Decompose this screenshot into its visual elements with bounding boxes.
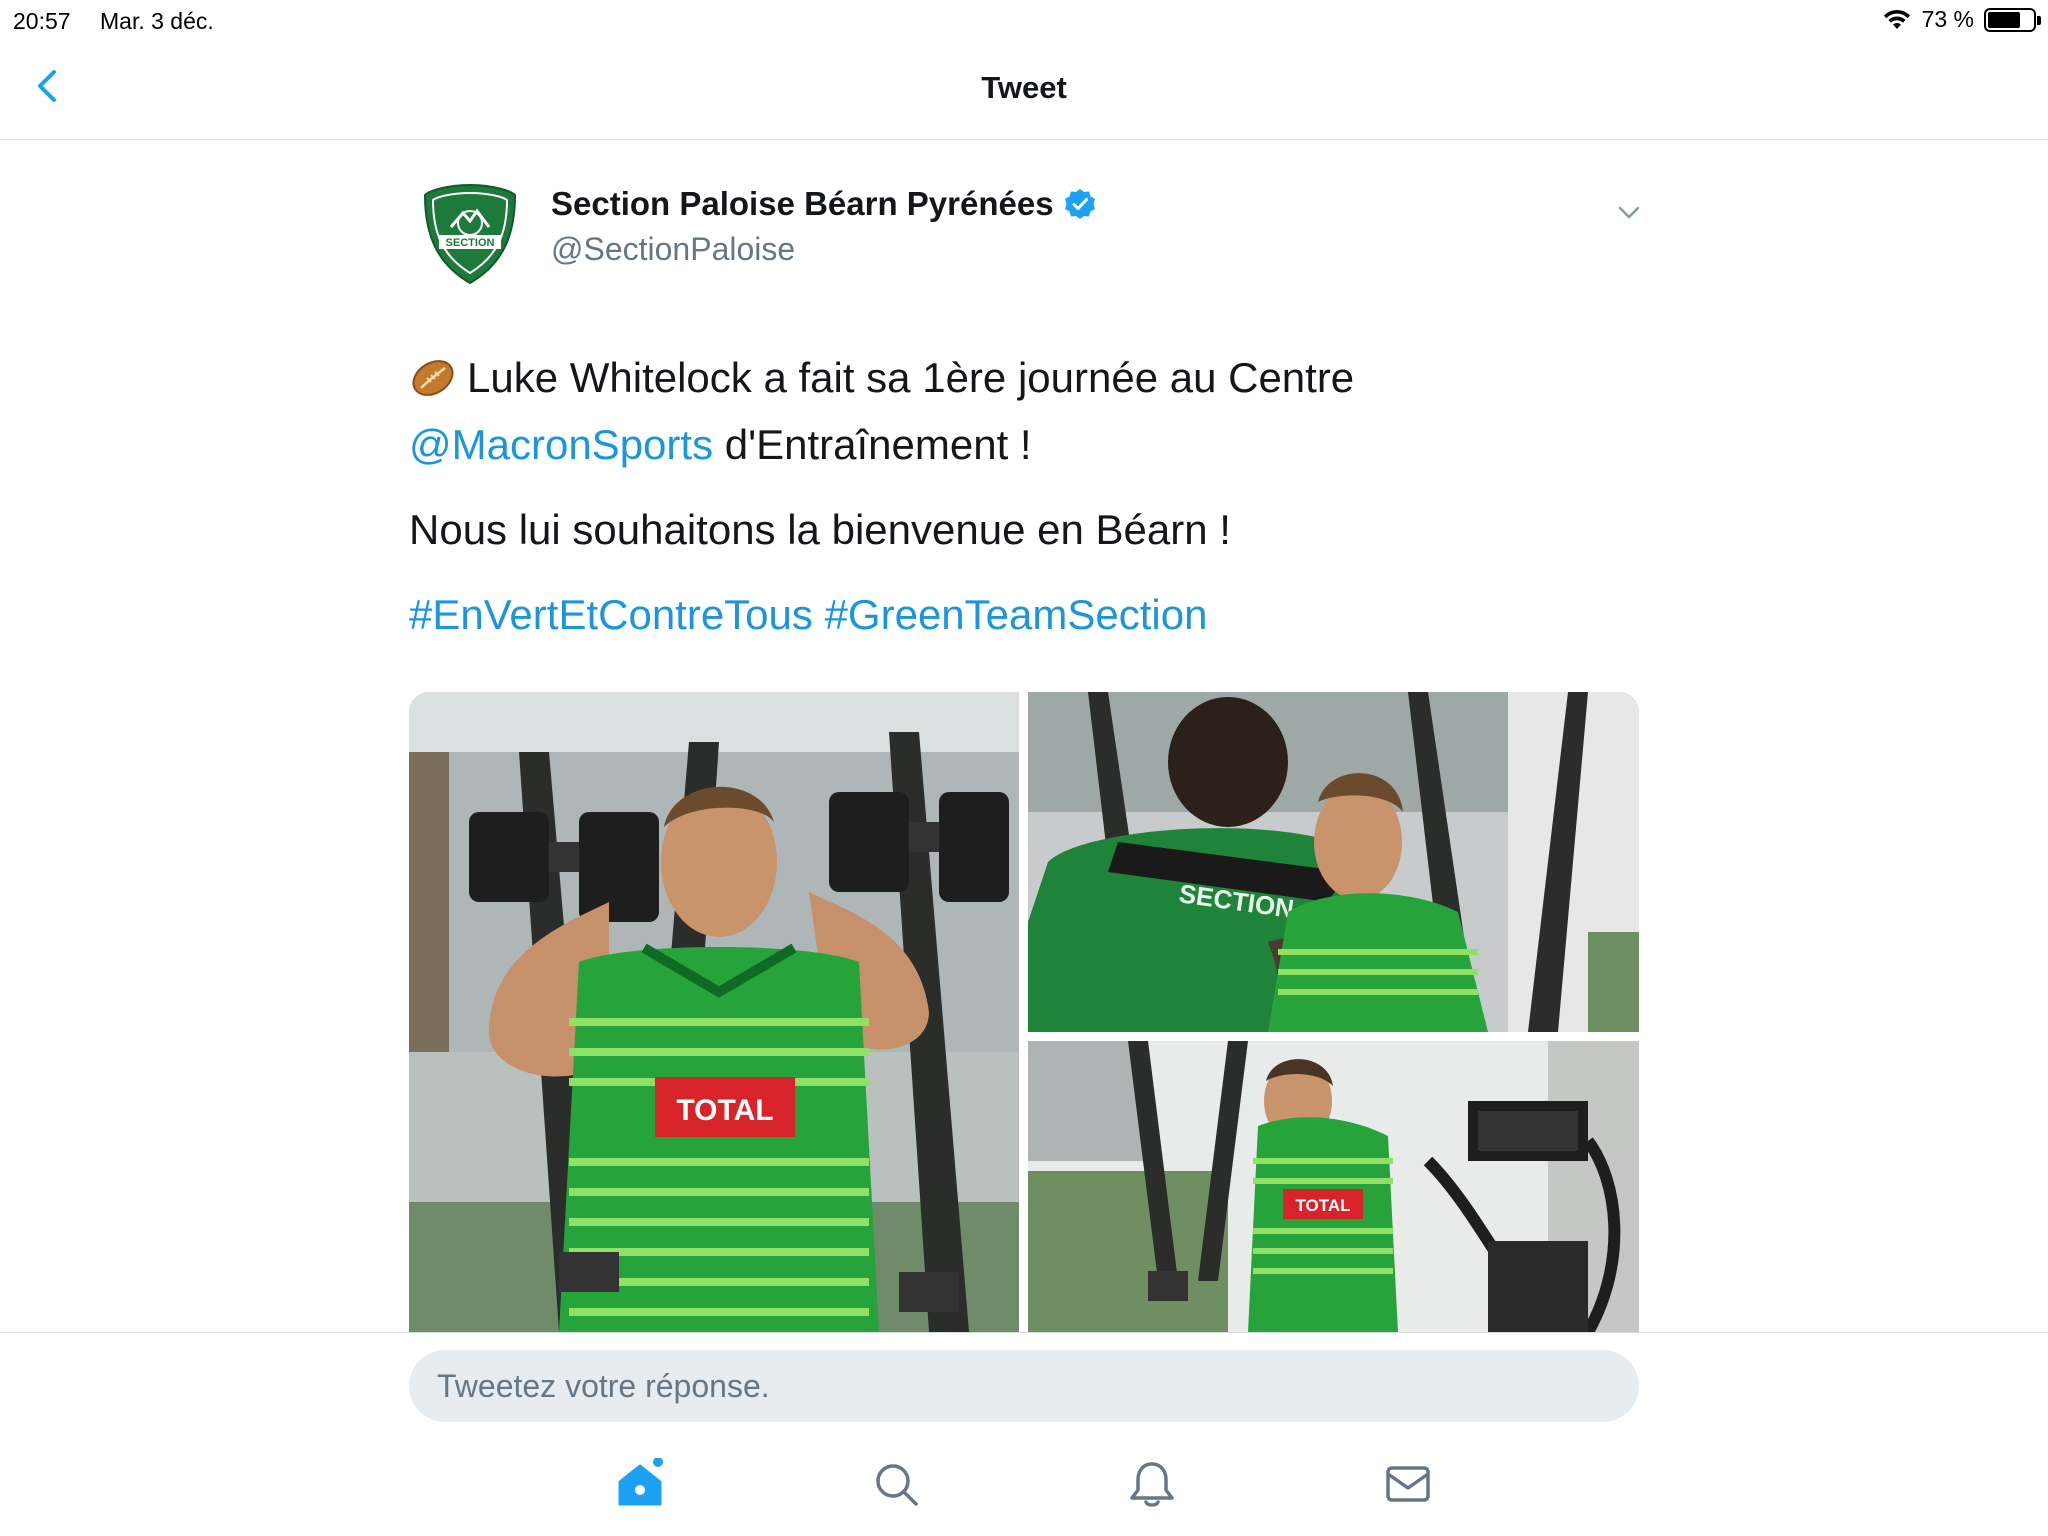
rugby-ball-icon — [412, 360, 454, 396]
tweet-header: SECTION Section Paloise Béarn Pyrénées @… — [409, 177, 1644, 297]
jersey-sponsor-text: TOTAL — [1295, 1196, 1350, 1215]
home-icon — [618, 1457, 663, 1506]
display-name-row: Section Paloise Béarn Pyrénées — [551, 185, 1096, 223]
page-title: Tweet — [981, 70, 1067, 105]
photo-image: TOTAL — [1028, 1041, 1639, 1332]
section-paloise-logo: SECTION — [423, 183, 517, 285]
photo-image: SECTION — [1028, 692, 1639, 1032]
status-date: Mar. 3 déc. — [100, 8, 214, 34]
display-name[interactable]: Section Paloise Béarn Pyrénées — [551, 185, 1054, 223]
status-bar: 20:57 Mar. 3 déc. 73 % — [0, 0, 2048, 40]
hashtag-link[interactable]: #GreenTeamSection — [825, 591, 1208, 638]
status-right: 73 % — [1882, 6, 2041, 33]
messages-icon — [1386, 1466, 1430, 1502]
avatar-text: SECTION — [446, 237, 495, 249]
battery-icon — [1984, 7, 2041, 32]
tab-notifications[interactable] — [1126, 1458, 1178, 1510]
jersey-sponsor-text: TOTAL — [676, 1094, 773, 1127]
tab-bar — [0, 1420, 2048, 1536]
wifi-icon — [1883, 9, 1910, 29]
tweet-paragraph-2: Nous lui souhaitons la bienvenue en Béar… — [409, 506, 1231, 553]
tab-messages[interactable] — [1382, 1458, 1434, 1510]
photo-image: TOTAL — [409, 692, 1019, 1332]
tweet-text-line-1: Luke Whitelock a fait sa 1ère journée au… — [467, 354, 1355, 401]
hashtag-link[interactable]: #EnVertEtContreTous — [409, 591, 813, 638]
reply-input[interactable] — [409, 1350, 1639, 1422]
battery-fill — [1988, 11, 2021, 28]
tweet-photo-2[interactable]: SECTION — [1028, 692, 1639, 1032]
verified-icon — [1064, 189, 1095, 219]
chevron-down-icon — [1618, 206, 1640, 219]
tweet-hashtags: #EnVertEtContreTous #GreenTeamSection — [409, 581, 1649, 648]
search-icon — [876, 1464, 918, 1506]
nav-bar: Tweet — [0, 40, 2048, 140]
tweet-media-grid: TOTAL SECTION TOTAL — [409, 692, 1639, 1332]
mention-link[interactable]: @MacronSports — [409, 421, 713, 468]
tweet-text: Luke Whitelock a fait sa 1ère journée au… — [409, 344, 1649, 666]
app-root: 20:57 Mar. 3 déc. 73 % Tweet SECTION Sec… — [0, 0, 2048, 1536]
avatar[interactable]: SECTION — [423, 183, 517, 285]
tab-search[interactable] — [870, 1458, 922, 1510]
tab-home[interactable] — [614, 1457, 666, 1510]
tweet-paragraph-1: Luke Whitelock a fait sa 1ère journée au… — [409, 344, 1649, 478]
notifications-icon — [1130, 1462, 1174, 1507]
tweet-text-line-2: d'Entraînement ! — [713, 421, 1032, 468]
tweet-photo-1[interactable]: TOTAL — [409, 692, 1019, 1332]
tweet-options-button[interactable] — [1614, 197, 1644, 227]
username[interactable]: @SectionPaloise — [551, 231, 795, 268]
battery-percent: 73 % — [1921, 6, 1974, 32]
tweet-photo-3[interactable]: TOTAL — [1028, 1041, 1639, 1332]
status-time: 20:57 — [13, 8, 71, 34]
